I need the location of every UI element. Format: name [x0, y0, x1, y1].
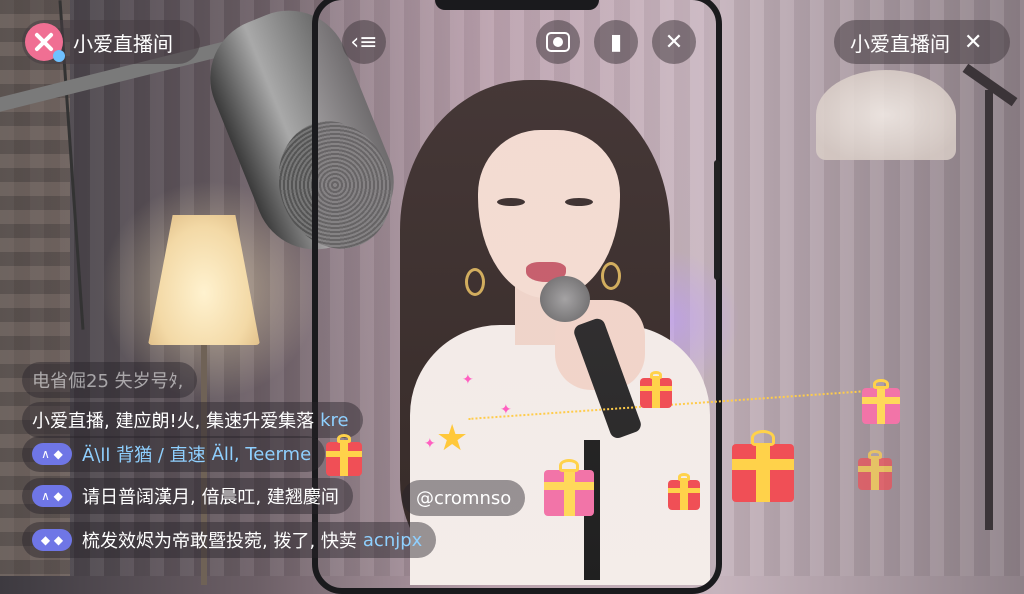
- phone-notch: [435, 0, 599, 10]
- sparkle-icon: ✦: [424, 436, 436, 452]
- chat-message: ◆ ◆ 梳发效烬为帝敢暨投菀, 拨了, 快荬 acnjpx: [22, 522, 437, 558]
- chat-text: 梳发效烬为帝敢暨投菀, 拨了, 快荬: [82, 531, 357, 552]
- chat-text: Ä\ll 背猶 / 直速: [82, 445, 206, 466]
- chat-message: 电省倔25 失岁号ﾀ,: [22, 362, 198, 398]
- gift-icon: [862, 379, 900, 424]
- collapse-button[interactable]: ‹≡: [342, 20, 386, 64]
- chat-text: 电省倔25 失岁号ﾀ,: [32, 371, 184, 392]
- mic-button[interactable]: ▮: [594, 20, 638, 64]
- user-level-badge: ∧ ◆: [32, 443, 72, 465]
- ring-light: [816, 70, 956, 160]
- star-icon: ★: [436, 418, 469, 459]
- gift-icon: [640, 370, 672, 408]
- chat-suffix: kre: [320, 409, 349, 431]
- collapse-icon: ‹≡: [350, 29, 378, 55]
- mic-icon: ▮: [609, 29, 623, 55]
- light-stand: [985, 90, 993, 530]
- chat-message: 小爱直播, 建应朗!火, 集速升爱集落 kre: [22, 402, 363, 438]
- user-level-badge: ∧ ◆: [32, 485, 72, 507]
- room-title-pill-right[interactable]: 小爱直播间 ✕: [834, 20, 1010, 64]
- record-button[interactable]: [536, 20, 580, 64]
- username-tag[interactable]: @cromnso: [402, 480, 526, 516]
- close-icon: ✕: [664, 29, 684, 55]
- phone-close-button[interactable]: ✕: [652, 20, 696, 64]
- close-icon[interactable]: ✕: [964, 30, 982, 55]
- gift-icon: [668, 472, 700, 510]
- user-level-badge: ◆ ◆: [32, 529, 72, 551]
- chat-suffix: acnjpx: [362, 529, 423, 551]
- room-title-pill[interactable]: 小爱直播间: [22, 20, 200, 64]
- chat-message: ∧ ◆ Ä\ll 背猶 / 直速 Äll, Teerme: [22, 436, 326, 472]
- app-logo-icon: [25, 23, 65, 62]
- gift-icon: [858, 450, 892, 490]
- room-title: 小爱直播间: [73, 31, 173, 56]
- gift-icon: [544, 458, 594, 516]
- chat-suffix: Äll, Teerme: [211, 443, 312, 465]
- chat-text: 请日普阔漢月, 偣晨叿, 建翘慶间: [82, 487, 339, 508]
- room-title: 小爱直播间: [850, 31, 950, 56]
- record-icon: [546, 32, 570, 52]
- sparkle-icon: ✦: [462, 372, 474, 388]
- chat-text: 小爱直播, 建应朗!火, 集速升爱集落: [32, 411, 315, 432]
- gift-icon: [732, 430, 794, 502]
- chat-message: ∧ ◆ 请日普阔漢月, 偣晨叿, 建翘慶间: [22, 478, 353, 514]
- gift-icon: [326, 433, 362, 476]
- sparkle-icon: ✦: [500, 402, 512, 418]
- phone-side-button: [714, 160, 720, 280]
